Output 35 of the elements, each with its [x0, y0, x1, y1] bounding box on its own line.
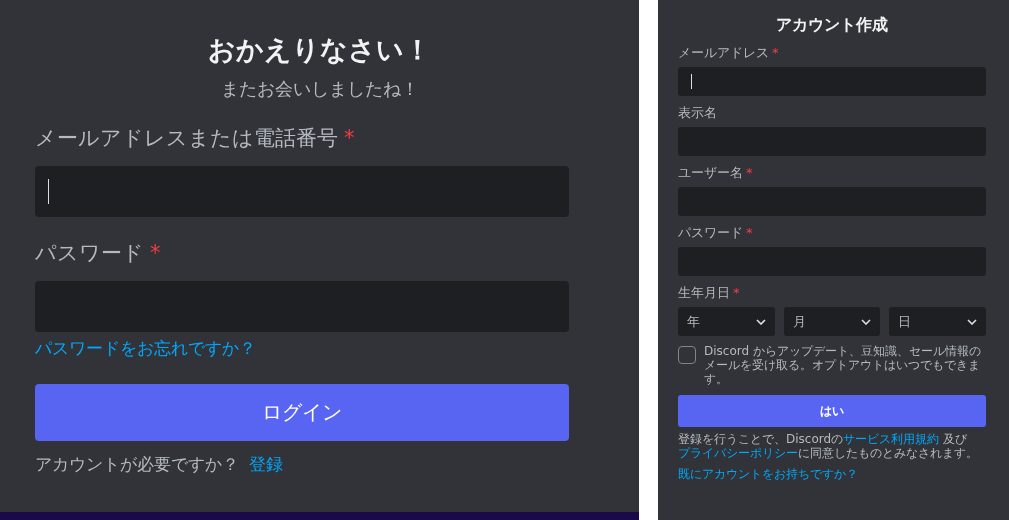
continue-button[interactable]: はい — [678, 395, 986, 427]
page-title: おかえりなさい！ — [208, 33, 431, 67]
required-mark: * — [150, 240, 161, 267]
input-field[interactable] — [678, 67, 986, 96]
required-mark: * — [733, 284, 740, 302]
checkbox[interactable] — [678, 346, 696, 364]
field-label: パスワード — [678, 224, 743, 242]
field-label: パスワード — [35, 240, 144, 267]
register-link[interactable]: 登録 — [249, 451, 283, 477]
input-field[interactable] — [35, 166, 569, 217]
dropdown[interactable]: 月 — [783, 307, 881, 336]
required-mark: * — [746, 224, 753, 242]
chevron-down-icon — [967, 318, 977, 325]
dropdown[interactable]: 年 — [678, 307, 775, 336]
login-button[interactable]: ログイン — [35, 384, 569, 441]
required-mark: * — [746, 164, 753, 182]
terms-link[interactable]: プライバシーポリシー — [678, 446, 798, 460]
subtitle: またお会いしましたね！ — [220, 77, 419, 101]
forgot-password-link[interactable]: パスワードをお忘れですか？ — [35, 336, 256, 360]
field-label: ユーザー名 — [678, 164, 743, 182]
page-title: アカウント作成 — [776, 14, 888, 36]
dropdown[interactable]: 日 — [889, 307, 986, 336]
terms-link[interactable]: サービス利用規約 — [843, 432, 940, 446]
required-mark: * — [344, 125, 355, 152]
field-label: メールアドレスまたは電話番号 — [35, 125, 338, 152]
field-label: 表示名 — [678, 104, 717, 122]
account-prompt: アカウントが必要ですか？ — [35, 453, 239, 476]
optin-text: Discord からアップデート、豆知識、セール情報のメールを受け取る。オプトアウトはいつでもできます。 — [704, 344, 982, 386]
field-label: メールアドレス — [678, 44, 769, 62]
terms-text: 登録を行うことで、Discordのサービス利用規約 及び プライバシーポリシーに同意したものとみなされます。 — [678, 432, 979, 460]
chevron-down-icon — [861, 318, 872, 325]
required-mark: * — [772, 44, 779, 62]
chevron-down-icon — [755, 318, 766, 325]
field-label: 生年月日 — [678, 284, 730, 302]
login-link[interactable]: 既にアカウントをお持ちですか？ — [678, 466, 858, 483]
